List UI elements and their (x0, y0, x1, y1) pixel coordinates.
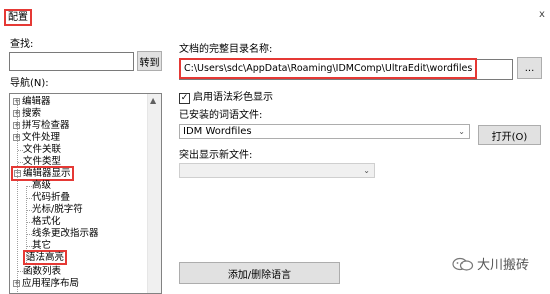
watermark-text: 大川搬砖 (477, 258, 530, 273)
close-icon[interactable]: x (539, 9, 545, 20)
expand-icon[interactable]: + (13, 98, 20, 105)
installed-wordfiles-label: 已安装的词语文件: (179, 110, 263, 121)
collapse-icon[interactable]: − (14, 170, 21, 177)
nav-tree[interactable]: + 编辑器 + 搜索 + 拼写检查器 + 文件处理 文件关联 文件类型 − 编辑器显示 高… (9, 93, 162, 294)
syntax-checkbox[interactable]: ✓ (179, 92, 190, 104)
browse-button[interactable]: ... (517, 57, 542, 79)
window-title: 配置 (4, 9, 32, 26)
tree-item-file-handling[interactable]: + 文件处理 (13, 132, 60, 144)
watermark: 大川搬砖 (452, 254, 529, 273)
tree-item-editor-display[interactable]: − 编辑器显示 (11, 166, 74, 181)
syntax-checkbox-label: 启用语法彩色显示 (193, 92, 273, 103)
scroll-up-icon[interactable]: ▲ (150, 96, 156, 105)
tree-item-search[interactable]: + 搜索 (13, 108, 41, 120)
chevron-down-icon: ⌄ (458, 127, 465, 136)
expand-icon[interactable]: + (13, 110, 20, 117)
tree-item-advanced[interactable]: 高级 (32, 180, 51, 192)
expand-icon[interactable]: + (13, 280, 20, 287)
tree-scrollbar[interactable]: ▲ (147, 94, 161, 293)
add-remove-language-button[interactable]: 添加/删除语言 (179, 262, 340, 284)
expand-icon[interactable]: + (13, 122, 20, 129)
tree-item-formatting[interactable]: 格式化 (32, 216, 61, 228)
goto-button[interactable]: 转到 (137, 51, 162, 71)
tree-item-syntax-highlight[interactable]: 语法高亮 (23, 250, 68, 265)
tree-item-spellcheck[interactable]: + 拼写检查器 (13, 120, 70, 132)
search-input[interactable] (9, 52, 134, 71)
tree-item-file-assoc[interactable]: 文件关联 (23, 144, 61, 156)
tree-item-code-folding[interactable]: 代码折叠 (32, 192, 70, 204)
new-file-select[interactable]: ⌄ (179, 163, 375, 178)
open-button[interactable]: 打开(O) (478, 125, 541, 145)
wechat-icon (452, 257, 474, 271)
chevron-down-icon: ⌄ (363, 166, 370, 175)
wordfiles-dir-label: 文档的完整目录名称: (179, 44, 273, 55)
search-label: 查找: (10, 39, 34, 50)
wordfiles-path-value: C:\Users\sdc\AppData\Roaming\IDMComp\Ult… (179, 58, 478, 79)
wordfiles-path-field[interactable]: C:\Users\sdc\AppData\Roaming\IDMComp\Ult… (179, 58, 513, 80)
nav-label: 导航(N): (10, 78, 49, 89)
installed-wordfiles-select[interactable]: IDM Wordfiles ⌄ (179, 124, 470, 139)
tree-item-editor[interactable]: + 编辑器 (13, 96, 51, 108)
tree-item-app-layout[interactable]: + 应用程序布局 (13, 278, 79, 290)
new-file-label: 突出显示新文件: (179, 150, 253, 161)
tree-item-cursor[interactable]: 光标/脱字符 (32, 204, 83, 216)
tree-item-function-list[interactable]: 函数列表 (23, 266, 61, 278)
syntax-checkbox-row[interactable]: ✓ 启用语法彩色显示 (179, 92, 273, 104)
expand-icon[interactable]: + (13, 134, 20, 141)
tree-item-line-change[interactable]: 线条更改指示器 (32, 228, 99, 240)
